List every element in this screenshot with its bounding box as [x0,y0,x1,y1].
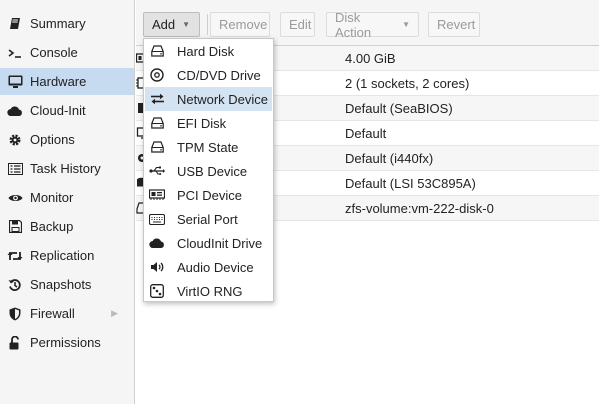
hdd-icon [149,115,165,131]
terminal-icon [7,45,23,61]
sidebar-item-label: Firewall [30,306,75,321]
usb-icon [149,163,165,179]
menu-item-label: EFI Disk [177,115,227,131]
cloud-icon [149,235,165,251]
menu-item-label: CD/DVD Drive [177,67,261,83]
pci-card-icon [149,187,165,203]
menu-item-label: Audio Device [177,259,254,275]
sidebar-item-monitor[interactable]: Monitor [0,184,134,211]
sidebar-item-label: Replication [30,248,95,263]
list-icon [7,161,23,177]
cdrom-icon [149,67,165,83]
add-button-label: Add [152,17,176,32]
submenu-arrow-icon: ▶ [111,308,118,318]
menu-item-audio-device[interactable]: Audio Device [145,255,272,279]
shield-icon [7,306,23,322]
row-value: Default (i440fx) [345,151,434,166]
chevron-down-icon: ▼ [182,20,191,29]
retweet-icon [7,248,23,264]
sidebar-item-label: Task History [30,161,101,176]
add-menu: Hard Disk CD/DVD Drive Network Device EF… [143,38,274,302]
menu-item-efi-disk[interactable]: EFI Disk [145,111,272,135]
menu-item-label: Network Device [177,91,269,107]
remove-button[interactable]: Remove [210,12,270,37]
sidebar-item-label: Backup [30,219,74,234]
sidebar-item-permissions[interactable]: Permissions [0,329,134,356]
unlock-icon [7,335,23,351]
menu-item-serial-port[interactable]: Serial Port [145,207,272,231]
menu-item-label: VirtIO RNG [177,283,243,299]
revert-button-label: Revert [437,17,476,32]
sidebar-item-label: Monitor [30,190,74,205]
row-value: Default (LSI 53C895A) [345,176,476,191]
sidebar-item-console[interactable]: Console [0,39,134,66]
sidebar-item-replication[interactable]: Replication [0,242,134,269]
menu-item-virtio-rng[interactable]: VirtIO RNG [145,279,272,303]
sidebar-item-firewall[interactable]: Firewall ▶ [0,300,134,327]
menu-item-label: CloudInit Drive [177,235,263,251]
edit-button-label: Edit [289,17,312,32]
sidebar-item-label: Options [30,132,75,147]
sidebar-item-hardware[interactable]: Hardware [0,68,134,95]
history-icon [7,277,23,293]
edit-button[interactable]: Edit [280,12,315,37]
add-button[interactable]: Add ▼ [143,12,200,37]
toolbar-separator [207,14,208,35]
hdd-icon [149,139,165,155]
menu-item-label: TPM State [177,139,239,155]
row-value: 2 (1 sockets, 2 cores) [345,76,470,91]
disk-action-button-label: Disk Action [335,9,372,40]
row-value: Default (SeaBIOS) [345,101,453,116]
row-value: Default [345,126,387,141]
eye-icon [7,190,23,206]
desktop-icon [7,74,23,90]
menu-item-hard-disk[interactable]: Hard Disk [145,39,272,63]
sidebar-item-options[interactable]: Options [0,126,134,153]
chevron-down-icon: ▼ [402,20,410,29]
menu-item-cd-dvd-drive[interactable]: CD/DVD Drive [145,63,272,87]
sidebar-item-label: Console [30,45,78,60]
menu-item-network-device[interactable]: Network Device [145,87,272,111]
sidebar-item-label: Summary [30,16,86,31]
floppy-icon [7,219,23,235]
hdd-icon [149,43,165,59]
sidebar-item-summary[interactable]: Summary [0,10,134,37]
sidebar-item-label: Permissions [30,335,101,350]
sidebar-item-cloud-init[interactable]: Cloud-Init [0,97,134,124]
book-icon [7,16,23,32]
keyboard-icon [149,211,165,227]
sidebar-item-task-history[interactable]: Task History [0,155,134,182]
exchange-icon [149,91,165,107]
menu-item-pci-device[interactable]: PCI Device [145,183,272,207]
row-value: 4.00 GiB [345,51,396,66]
disk-action-button[interactable]: Disk Action ▼ [326,9,419,40]
menu-item-cloudinit-drive[interactable]: CloudInit Drive [145,231,272,255]
revert-button[interactable]: Revert [428,12,480,37]
sidebar-item-label: Hardware [30,74,87,89]
menu-item-tpm-state[interactable]: TPM State [145,135,272,159]
gear-icon [7,132,23,148]
menu-item-label: Serial Port [177,211,238,227]
menu-item-label: USB Device [177,163,248,179]
row-value: zfs-volume:vm-222-disk-0 [345,201,494,216]
dice-icon [149,283,165,299]
sidebar-item-snapshots[interactable]: Snapshots [0,271,134,298]
menu-item-usb-device[interactable]: USB Device [145,159,272,183]
menu-item-label: Hard Disk [177,43,235,59]
sidebar-item-backup[interactable]: Backup [0,213,134,240]
menu-item-label: PCI Device [177,187,243,203]
remove-button-label: Remove [219,17,268,32]
sidebar-item-label: Snapshots [30,277,92,292]
cloud-icon [7,103,23,119]
sidebar-item-label: Cloud-Init [30,103,86,118]
volume-icon [149,259,165,275]
sidebar: Summary Console Hardware Cloud-Init Opti… [0,0,135,404]
